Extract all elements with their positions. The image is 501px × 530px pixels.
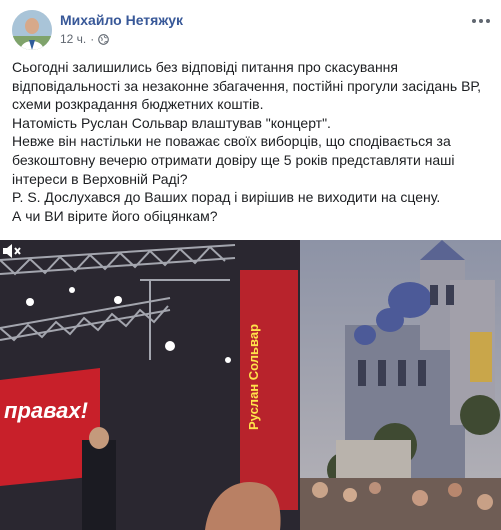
post-text-line: P. S. Дослухався до Ваших порад і виріши… (12, 189, 441, 206)
speaker-muted-icon[interactable] (0, 240, 22, 262)
post-text-line: Невже він настільки не поважає своїх виб… (12, 133, 451, 150)
post-text-line: безкоштовну вечерю отримати довіру ще 5 … (12, 151, 455, 168)
video-player[interactable]: Руслан Сольвар правах! (0, 240, 501, 530)
side-banner-text: Руслан Сольвар (246, 324, 261, 430)
post-meta: 12 ч. · (60, 32, 110, 46)
facebook-post: Михайло Нетяжук 12 ч. · Сьогодні залишил… (0, 0, 501, 530)
more-horizontal-icon[interactable] (470, 14, 492, 28)
post-text: Сьогодні залишились без відповіді питанн… (12, 58, 492, 225)
post-text-line: інтереси в Верховній Раді? (12, 170, 188, 187)
post-text-line: Натомість Руслан Сольвар влаштував "конц… (12, 114, 331, 131)
globe-icon[interactable] (98, 33, 110, 45)
post-header: Михайло Нетяжук 12 ч. · (12, 10, 492, 54)
avatar[interactable] (12, 10, 52, 50)
stage-banner-text: правах! (4, 398, 88, 423)
video-frame: Руслан Сольвар правах! (0, 240, 501, 530)
post-timestamp[interactable]: 12 ч. (60, 32, 86, 46)
post-text-line: Сьогодні залишились без відповіді питанн… (12, 59, 398, 75)
meta-separator: · (90, 32, 95, 46)
post-text-line: схеми розкрадання бюджетних коштів. (12, 96, 264, 113)
post-text-line: А чи ВИ вірите його обіцянкам? (12, 207, 218, 224)
post-text-line: відповідальності за незаконне збагачення… (12, 77, 481, 94)
author-name[interactable]: Михайло Нетяжук (60, 12, 183, 28)
